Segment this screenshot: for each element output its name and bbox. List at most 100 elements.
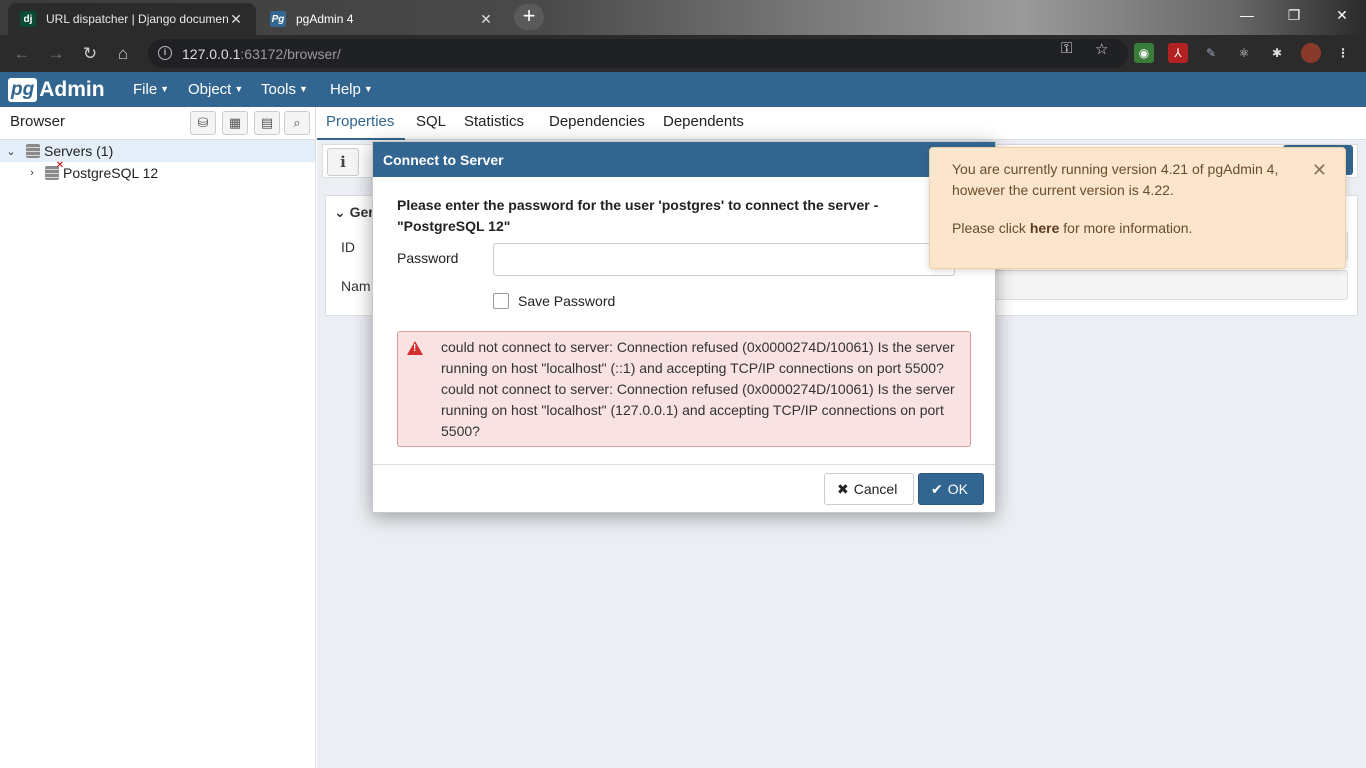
tree-node-postgresql[interactable]: › ✕ PostgreSQL 12	[0, 160, 315, 184]
ok-label: OK	[947, 481, 968, 497]
tab-title: pgAdmin 4	[296, 12, 354, 26]
cancel-button[interactable]: ✖ Cancel	[824, 473, 914, 505]
menu-label: Help	[330, 81, 361, 98]
forward-icon[interactable]: →	[43, 41, 69, 67]
key-icon[interactable]: ⚿	[1061, 40, 1072, 57]
server-group-icon	[26, 144, 40, 158]
notification-text: Please click	[952, 220, 1026, 236]
django-favicon-icon: dj	[20, 11, 36, 27]
tab-django-docs[interactable]: dj URL dispatcher | Django documentation…	[8, 3, 256, 35]
dialog-footer: ✖ Cancel ✔ OK	[373, 464, 995, 513]
chevron-down-icon: ▼	[299, 84, 308, 94]
pgadmin-favicon-icon: Pg	[270, 11, 286, 27]
ok-button[interactable]: ✔ OK	[918, 473, 984, 505]
notification-line-3: Please click here for more information.	[952, 218, 1312, 239]
url-host: 127.0.0.1	[182, 46, 241, 62]
new-tab-button[interactable]: +	[514, 4, 544, 30]
restore-button[interactable]: ❐	[1271, 0, 1317, 30]
tree-node-label: Servers (1)	[44, 143, 114, 159]
search-icon[interactable]: ⌕	[284, 111, 310, 135]
pdf-extension-icon[interactable]: ⅄	[1168, 43, 1188, 63]
more-info-link[interactable]: here	[1030, 220, 1060, 236]
tab-pgadmin[interactable]: Pg pgAdmin 4 ✕	[258, 3, 506, 35]
url-field[interactable]: i 127.0.0.1:63172/browser/	[148, 39, 1128, 68]
notification-line-2: however the current version is 4.22.	[952, 182, 1174, 198]
close-icon[interactable]: ✕	[1312, 160, 1327, 181]
name-field	[966, 270, 1348, 300]
tab-title: URL dispatcher | Django documentation	[46, 12, 228, 26]
notification-line-1: You are currently running version 4.21 o…	[952, 161, 1279, 177]
logo-admin: Admin	[39, 77, 105, 101]
check-icon: ✔	[931, 480, 943, 497]
close-tab-icon[interactable]: ✕	[478, 11, 494, 28]
tab-sql[interactable]: SQL	[416, 113, 446, 130]
star-icon[interactable]: ☆	[1095, 40, 1108, 58]
filtered-rows-icon[interactable]: ▤	[254, 111, 280, 135]
menu-file[interactable]: File ▼	[133, 81, 169, 98]
chevron-down-icon: ▼	[160, 84, 170, 94]
extensions-icon[interactable]: ✱	[1267, 43, 1287, 63]
close-tab-icon[interactable]: ✕	[228, 11, 244, 28]
password-label: Password	[397, 250, 459, 266]
error-alert: could not connect to server: Connection …	[397, 331, 971, 447]
chevron-right-icon[interactable]: ›	[25, 167, 39, 179]
warning-icon	[407, 341, 423, 355]
close-icon: ✖	[837, 480, 849, 497]
react-extension-icon[interactable]: ⚛	[1234, 43, 1254, 63]
error-message: could not connect to server: Connection …	[441, 339, 955, 439]
server-disconnected-icon: ✕	[45, 160, 64, 180]
general-header[interactable]: ⌄ Ger	[334, 204, 374, 221]
address-bar: ← → ↻ ⌂ i 127.0.0.1:63172/browser/ ⚿ ☆ ◉…	[0, 35, 1366, 72]
password-prompt: Please enter the password for the user '…	[397, 197, 879, 234]
tab-properties[interactable]: Properties	[326, 113, 394, 130]
save-password-checkbox[interactable]: Save Password	[493, 293, 615, 309]
password-field[interactable]	[493, 243, 955, 276]
menu-help[interactable]: Help ▼	[330, 81, 373, 98]
menu-label: File	[133, 81, 158, 98]
menu-icon[interactable]: ⋮	[1333, 43, 1353, 63]
version-notification: You are currently running version 4.21 o…	[929, 147, 1346, 269]
pen-extension-icon[interactable]: ✎	[1201, 43, 1221, 63]
connect-to-server-dialog: Connect to Server Please enter the passw…	[372, 141, 996, 513]
dialog-title[interactable]: Connect to Server	[373, 142, 995, 177]
url-path: :63172/browser/	[240, 46, 341, 62]
minimize-button[interactable]: —	[1224, 0, 1270, 30]
close-window-button[interactable]: ✕	[1319, 0, 1365, 30]
menu-label: Tools	[261, 81, 297, 98]
chevron-down-icon: ▼	[363, 84, 373, 94]
browser-panel-header: Browser ⛁ ▦ ▤ ⌕	[0, 107, 315, 140]
info-icon[interactable]: i	[327, 148, 359, 176]
checkbox-icon[interactable]	[493, 293, 509, 309]
pgadmin-navbar: pg Admin File ▼ Object ▼ Tools ▼ Help ▼	[0, 72, 1366, 107]
home-icon[interactable]: ⌂	[110, 41, 136, 67]
tree-node-servers[interactable]: ⌄ Servers (1)	[0, 140, 315, 162]
menu-label: Object	[188, 81, 232, 98]
save-password-label: Save Password	[518, 293, 616, 309]
profile-avatar[interactable]	[1301, 43, 1321, 63]
dialog-body: Please enter the password for the user '…	[373, 177, 995, 464]
tab-dependents[interactable]: Dependents	[663, 113, 744, 130]
view-data-icon[interactable]: ▦	[222, 111, 248, 135]
tab-dependencies[interactable]: Dependencies	[549, 113, 645, 130]
general-label: Ger	[349, 204, 374, 220]
logo-pg: pg	[8, 77, 38, 102]
field-label-id: ID	[341, 239, 355, 255]
notification-text: for more information.	[1063, 220, 1193, 236]
tab-statistics[interactable]: Statistics	[464, 113, 524, 130]
cancel-label: Cancel	[853, 481, 898, 497]
chrome-extension-icon[interactable]: ◉	[1134, 43, 1154, 63]
chevron-down-icon: ▼	[234, 84, 244, 94]
browser-panel: Browser ⛁ ▦ ▤ ⌕ ⌄ Servers (1) › ✕ Postgr…	[0, 107, 316, 768]
menu-tools[interactable]: Tools ▼	[261, 81, 308, 98]
tree-node-label: PostgreSQL 12	[63, 165, 159, 181]
info-icon[interactable]: i	[158, 46, 172, 60]
browser-titlebar: dj URL dispatcher | Django documentation…	[0, 0, 1366, 35]
active-tab-indicator	[317, 138, 405, 140]
menu-object[interactable]: Object ▼	[188, 81, 243, 98]
query-tool-icon[interactable]: ⛁	[190, 111, 216, 135]
back-icon[interactable]: ←	[9, 41, 35, 67]
chevron-down-icon[interactable]: ⌄	[4, 145, 18, 158]
url-text: 127.0.0.1:63172/browser/	[182, 46, 341, 62]
reload-icon[interactable]: ↻	[77, 41, 103, 67]
browser-title: Browser	[10, 113, 66, 130]
